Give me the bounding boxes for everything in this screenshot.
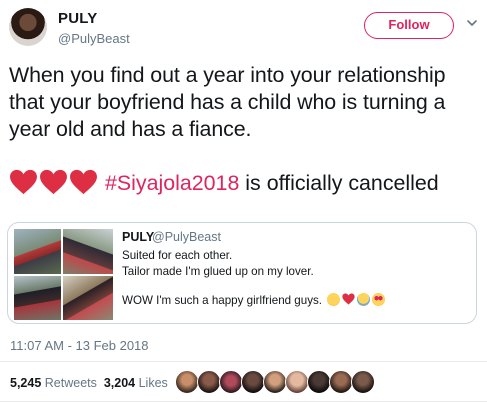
quoted-author-name: PULY [122,230,155,244]
liker-avatar[interactable] [197,370,221,394]
author-handle[interactable]: @PulyBeast [58,31,130,46]
quoted-author-handle: @PulyBeast [152,230,221,244]
quoted-text-line: Suited for each other. [122,249,233,262]
quoted-photo[interactable] [14,229,61,274]
tweet-timestamp[interactable]: 11:07 AM - 13 Feb 2018 [10,338,149,353]
tweet-hashtag-line: #Siyajola2018 is officially cancelled [9,169,439,197]
likes-count: 3,204 [103,376,136,390]
hashtag-link[interactable]: #Siyajola2018 [105,171,239,195]
follow-button[interactable]: Follow [364,12,454,39]
liker-avatar[interactable] [351,370,375,394]
liker-avatar[interactable] [285,370,309,394]
quoted-photo[interactable] [63,229,113,274]
divider [0,401,487,402]
liker-avatar[interactable] [263,370,287,394]
likes-stat[interactable]: 3,204 Likes [104,376,168,390]
red-heart-icon [10,169,37,195]
red-heart-icon [342,293,355,305]
liker-avatar[interactable] [175,370,199,394]
likes-label: Likes [138,376,168,390]
tweet-suffix: is officially cancelled [239,171,439,195]
liker-avatar[interactable] [219,370,243,394]
quoted-photo[interactable] [14,276,61,320]
retweets-count: 5,245 [10,376,42,390]
liker-avatar[interactable] [241,370,265,394]
quoted-text-line: WOW I'm such a happy girlfriend guys. [122,294,323,307]
liker-avatar[interactable] [329,370,353,394]
quoted-text-line-with-emoji: WOW I'm such a happy girlfriend guys. [122,293,386,307]
red-heart-icon [70,169,97,195]
retweets-label: Retweets [44,376,97,390]
divider [0,361,487,362]
liker-avatar[interactable] [307,370,331,394]
quoted-photo[interactable] [63,276,113,320]
retweet-stat[interactable]: 5,245 Retweets [10,376,97,390]
author-name[interactable]: PULY [58,10,97,27]
tweet-stats: 5,245 Retweets 3,204 Likes [10,376,168,390]
crying-emoji-icon [357,293,371,306]
author-avatar[interactable] [9,8,47,46]
heart-eyes-emoji-icon [372,293,386,306]
tweet-text: When you find out a year into your relat… [9,63,446,141]
quoted-tweet-card[interactable]: PULY @PulyBeast Suited for each other. T… [7,222,477,324]
quoted-text-line: Tailor made I'm glued up on my lover. [122,265,314,278]
laughing-emoji-icon [327,293,341,306]
red-heart-icon [40,169,67,195]
chevron-down-icon[interactable] [465,16,479,30]
